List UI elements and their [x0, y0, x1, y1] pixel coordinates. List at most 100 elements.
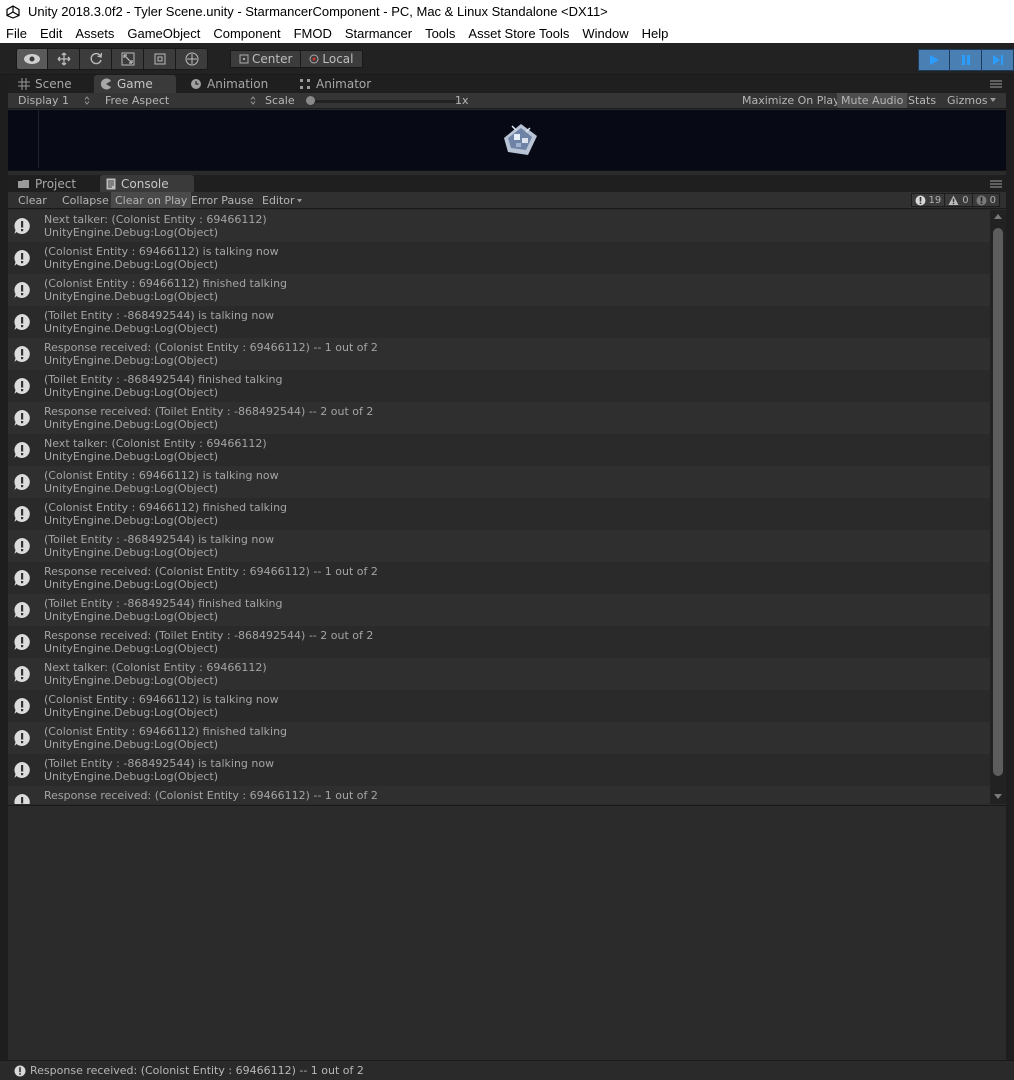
status-bar[interactable]: Response received: (Colonist Entity : 69…: [0, 1060, 1014, 1080]
console-icon: [106, 178, 116, 190]
error-count-toggle[interactable]: 0: [972, 193, 1000, 207]
tab-scene[interactable]: Scene: [12, 75, 78, 93]
log-stacktrace: UnityEngine.Debug:Log(Object): [44, 610, 219, 623]
scroll-up-icon[interactable]: [994, 214, 1002, 219]
log-info-icon: [14, 570, 30, 586]
eye-icon: [24, 54, 40, 64]
log-entry[interactable]: (Colonist Entity : 69466112) is talking …: [8, 690, 990, 722]
log-message: Response received: (Colonist Entity : 69…: [44, 789, 378, 802]
log-stacktrace: UnityEngine.Debug:Log(Object): [44, 290, 219, 303]
log-message: Next talker: (Colonist Entity : 69466112…: [44, 661, 267, 674]
menu-help[interactable]: Help: [642, 26, 669, 41]
log-message: (Colonist Entity : 69466112) finished ta…: [44, 725, 288, 738]
log-entry[interactable]: Next talker: (Colonist Entity : 69466112…: [8, 210, 990, 242]
stats-toggle[interactable]: Stats: [904, 93, 940, 108]
maximize-on-play-toggle[interactable]: Maximize On Play: [738, 93, 844, 108]
menu-gameobject[interactable]: GameObject: [127, 26, 200, 41]
log-entry[interactable]: Response received: (Colonist Entity : 69…: [8, 786, 990, 804]
log-entry[interactable]: (Colonist Entity : 69466112) is talking …: [8, 466, 990, 498]
log-message: Response received: (Toilet Entity : -868…: [44, 629, 374, 642]
play-controls: [918, 49, 1014, 71]
console-log-list[interactable]: Next talker: (Colonist Entity : 69466112…: [8, 210, 990, 804]
menu-fmod[interactable]: FMOD: [294, 26, 332, 41]
move-tool-button[interactable]: [48, 48, 80, 70]
editor-dropdown[interactable]: Editor: [258, 192, 299, 208]
log-entry[interactable]: (Toilet Entity : -868492544) is talking …: [8, 530, 990, 562]
tab-project[interactable]: Project: [12, 175, 82, 193]
console-scroll-thumb[interactable]: [993, 228, 1003, 776]
log-message: Next talker: (Colonist Entity : 69466112…: [44, 213, 267, 226]
gizmos-dropdown[interactable]: Gizmos: [943, 93, 992, 108]
menu-file[interactable]: File: [6, 26, 27, 41]
step-button[interactable]: [982, 49, 1014, 71]
log-entry[interactable]: (Colonist Entity : 69466112) finished ta…: [8, 722, 990, 754]
main-toolbar: Center Local: [0, 43, 1014, 75]
tab-game[interactable]: Game: [94, 75, 176, 93]
menu-assets[interactable]: Assets: [75, 26, 114, 41]
pivot-center-button[interactable]: Center: [230, 50, 302, 68]
mute-audio-toggle[interactable]: Mute Audio: [837, 93, 908, 108]
local-space-icon: [309, 54, 319, 64]
tab-console[interactable]: Console: [100, 175, 194, 193]
clear-button[interactable]: Clear: [14, 192, 51, 208]
left-dock-edge: [0, 75, 8, 1060]
menu-tools[interactable]: Tools: [425, 26, 455, 41]
log-entry[interactable]: (Colonist Entity : 69466112) finished ta…: [8, 274, 990, 306]
menu-asset-store-tools[interactable]: Asset Store Tools: [468, 26, 569, 41]
log-entry[interactable]: (Toilet Entity : -868492544) is talking …: [8, 754, 990, 786]
log-entry[interactable]: Next talker: (Colonist Entity : 69466112…: [8, 434, 990, 466]
log-entry[interactable]: (Toilet Entity : -868492544) finished ta…: [8, 594, 990, 626]
transform-gizmo-icon: [185, 52, 198, 66]
aspect-dropdown[interactable]: Free Aspect: [105, 94, 169, 107]
log-count-toggle[interactable]: 19: [910, 193, 946, 207]
pivot-local-button[interactable]: Local: [301, 50, 363, 68]
scale-tool-button[interactable]: [112, 48, 144, 70]
tab-animator[interactable]: Animator: [293, 75, 377, 93]
log-entry[interactable]: (Toilet Entity : -868492544) is talking …: [8, 306, 990, 338]
tab-scene-label: Scene: [35, 77, 72, 91]
scale-icon: [121, 52, 134, 66]
menu-starmancer[interactable]: Starmancer: [345, 26, 412, 41]
scale-slider-knob[interactable]: [306, 96, 315, 105]
play-button[interactable]: [918, 49, 950, 71]
scroll-down-icon[interactable]: [994, 794, 1002, 799]
error-pause-toggle[interactable]: Error Pause: [187, 192, 258, 208]
warning-count-toggle[interactable]: 0: [945, 193, 973, 207]
view-tool-button[interactable]: [16, 48, 48, 70]
log-entry[interactable]: Response received: (Toilet Entity : -868…: [8, 626, 990, 658]
pause-button[interactable]: [950, 49, 982, 71]
log-entry[interactable]: Response received: (Colonist Entity : 69…: [8, 562, 990, 594]
log-entry[interactable]: Response received: (Colonist Entity : 69…: [8, 338, 990, 370]
menu-window[interactable]: Window: [582, 26, 628, 41]
console-detail-pane[interactable]: [8, 805, 1006, 1058]
gizmos-chevron-icon: [990, 98, 996, 102]
collapse-toggle[interactable]: Collapse: [58, 192, 113, 208]
log-entry[interactable]: Next talker: (Colonist Entity : 69466112…: [8, 658, 990, 690]
transform-tool-button[interactable]: [176, 48, 208, 70]
console-scrollbar[interactable]: [990, 210, 1006, 804]
move-arrows-icon: [57, 52, 70, 66]
panel-menu-icon[interactable]: [990, 79, 1002, 89]
clear-on-play-toggle[interactable]: Clear on Play: [111, 192, 192, 208]
log-entry[interactable]: (Colonist Entity : 69466112) is talking …: [8, 242, 990, 274]
editor-chevron-icon: [297, 199, 302, 203]
rect-tool-button[interactable]: [144, 48, 176, 70]
rotate-tool-button[interactable]: [80, 48, 112, 70]
menu-edit[interactable]: Edit: [40, 26, 62, 41]
log-message: (Colonist Entity : 69466112) is talking …: [44, 693, 279, 706]
menu-component[interactable]: Component: [213, 26, 280, 41]
log-stacktrace: UnityEngine.Debug:Log(Object): [44, 514, 219, 527]
display-dropdown[interactable]: Display 1: [18, 94, 69, 107]
panel-menu-icon-bottom[interactable]: [990, 179, 1002, 189]
log-entry-text: Response received: (Colonist Entity : 69…: [44, 565, 378, 591]
log-entry[interactable]: (Toilet Entity : -868492544) finished ta…: [8, 370, 990, 402]
scale-slider-track[interactable]: [310, 100, 456, 103]
tab-animation[interactable]: Animation: [184, 75, 274, 93]
game-viewport[interactable]: [8, 110, 1006, 171]
log-entry[interactable]: Response received: (Toilet Entity : -868…: [8, 402, 990, 434]
log-stacktrace: UnityEngine.Debug:Log(Object): [44, 642, 219, 655]
log-message: (Toilet Entity : -868492544) is talking …: [44, 309, 275, 322]
log-count: 19: [928, 194, 942, 206]
log-entry[interactable]: (Colonist Entity : 69466112) finished ta…: [8, 498, 990, 530]
step-icon: [992, 55, 1003, 65]
